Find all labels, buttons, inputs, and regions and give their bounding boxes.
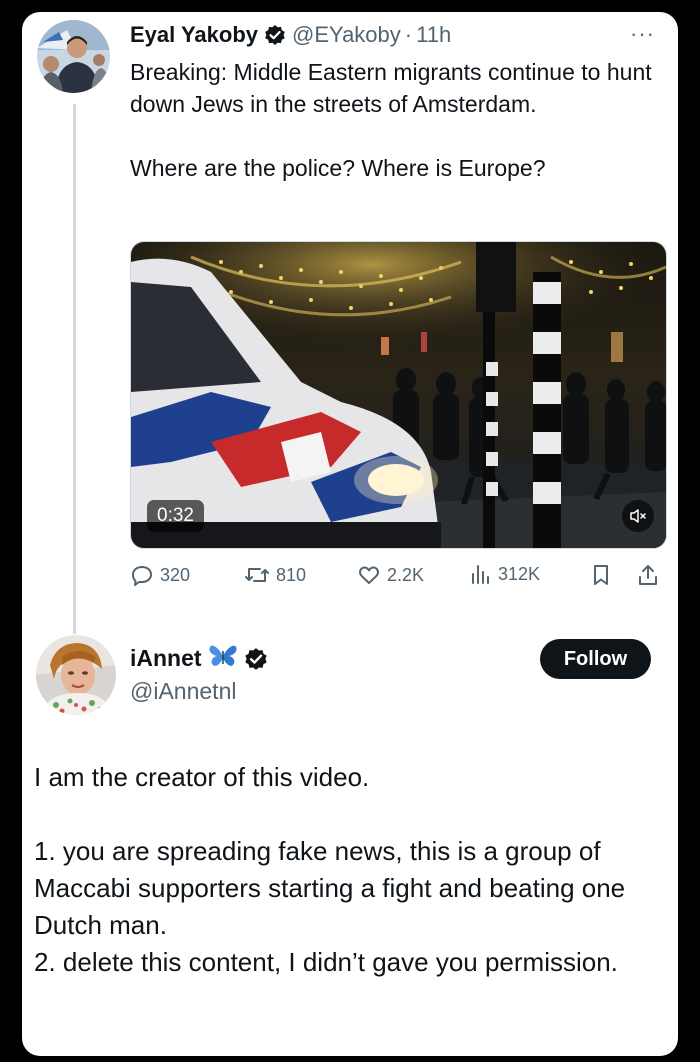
volume-muted-icon[interactable] — [622, 500, 654, 532]
views-button[interactable]: 312K — [470, 563, 540, 585]
repost-icon — [244, 563, 270, 587]
author-header: Eyal Yakoby @EYakoby · 11h — [130, 20, 451, 50]
author-avatar[interactable] — [37, 20, 110, 93]
author-display-name[interactable]: Eyal Yakoby — [130, 22, 258, 48]
reply-button[interactable]: 320 — [130, 563, 190, 587]
verified-badge-icon — [244, 647, 268, 671]
repost-count: 810 — [276, 564, 307, 585]
separator-dot: · — [404, 22, 413, 47]
reply-post-text: I am the creator of this video. 1. you a… — [34, 762, 626, 977]
video-duration-badge: 0:32 — [147, 500, 204, 532]
post-text: Breaking: Middle Eastern migrants contin… — [130, 59, 652, 181]
engagement-bar: 320 810 2.2K 312K — [130, 563, 670, 593]
bookmark-icon — [590, 563, 612, 587]
more-options-icon[interactable]: ··· — [630, 23, 655, 45]
share-icon — [637, 563, 659, 587]
like-icon — [357, 563, 381, 587]
views-icon — [470, 563, 492, 585]
reply-author-display-name[interactable]: iAnnet — [130, 645, 202, 672]
video-player[interactable]: 0:32 — [130, 241, 667, 549]
repost-button[interactable]: 810 — [244, 563, 306, 587]
post-timestamp[interactable]: 11h — [416, 22, 451, 48]
reply-author-handle[interactable]: @iAnnetnl — [130, 678, 236, 705]
reply-author-avatar[interactable] — [36, 635, 116, 715]
butterfly-icon — [208, 643, 238, 674]
share-button[interactable] — [637, 563, 659, 587]
post-card: Eyal Yakoby @EYakoby · 11h ··· Breaking:… — [22, 12, 678, 1056]
video-thumbnail — [131, 242, 666, 548]
bookmark-button[interactable] — [590, 563, 612, 587]
views-count: 312K — [498, 563, 541, 584]
like-button[interactable]: 2.2K — [357, 563, 424, 587]
reply-count: 320 — [160, 564, 191, 585]
author-handle[interactable]: @EYakoby — [292, 22, 401, 48]
reply-author-header: iAnnet — [130, 643, 274, 674]
like-count: 2.2K — [387, 564, 425, 585]
follow-button[interactable]: Follow — [540, 639, 651, 679]
thread-connector-line — [73, 104, 76, 634]
verified-badge-icon — [264, 24, 286, 46]
reply-icon — [130, 563, 154, 587]
